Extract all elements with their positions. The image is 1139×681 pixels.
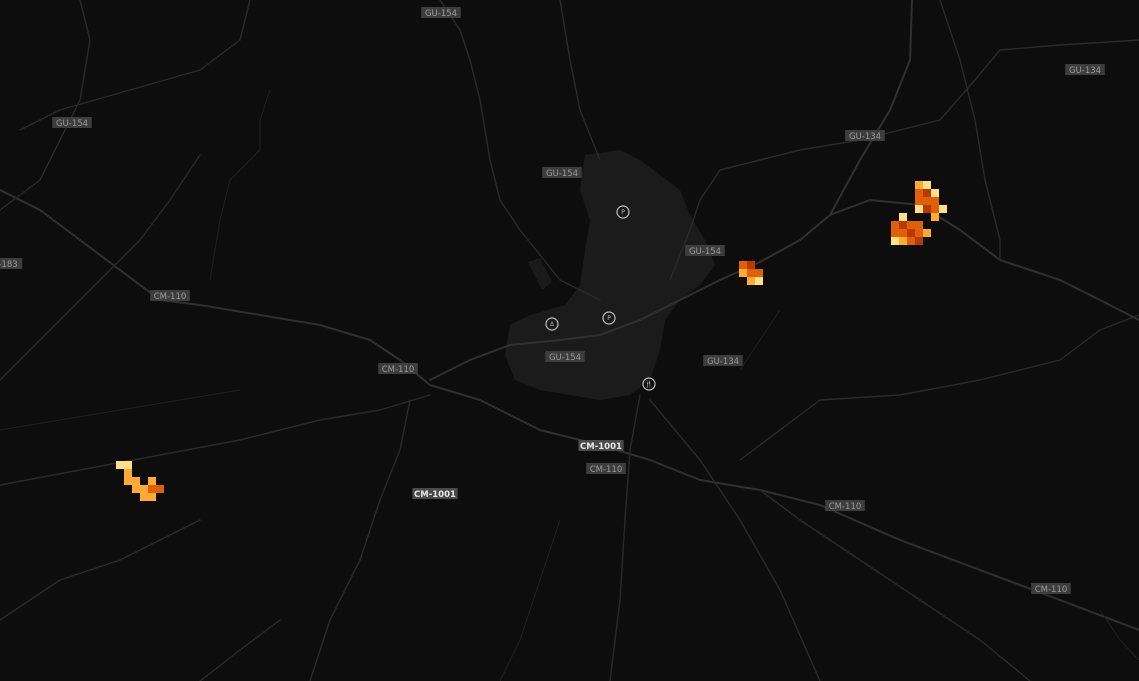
heatmap-cell [899, 237, 907, 245]
heatmap-cell [747, 261, 755, 269]
heatmap-cell [148, 485, 156, 493]
heatmap-cell [915, 205, 923, 213]
road-label-cm110-west: CM-110 [150, 290, 190, 302]
road-label-text: GU-134 [849, 132, 881, 142]
heatmap-cell [747, 277, 755, 285]
heatmap-cell [923, 181, 931, 189]
heatmap-cell [915, 221, 923, 229]
heatmap-cell [891, 229, 899, 237]
heatmap-cell [899, 221, 907, 229]
road-label-text: GU-154 [425, 9, 457, 19]
heatmap-cell [140, 485, 148, 493]
road-label-gu134-south: GU-134 [703, 355, 743, 367]
heatmap-cell [124, 461, 132, 469]
road-label-cm1001-a: CM-1001 [578, 440, 624, 452]
road-labels: GU-154 GU-154 GU-154 GU-154 GU-154 GU-134 GU-1… [0, 7, 1105, 595]
heatmap-cell [931, 189, 939, 197]
poi-glyph: P [621, 209, 625, 216]
road-label-text: -183 [0, 260, 18, 270]
heatmap-cluster-southwest [116, 461, 164, 501]
heatmap-cell [891, 237, 899, 245]
road-label-text: CM-110 [590, 465, 623, 475]
heatmap-cell [747, 269, 755, 277]
road-label-gu154-top: GU-154 [421, 7, 461, 19]
heatmap-cell [931, 197, 939, 205]
heatmap-cell [923, 189, 931, 197]
poi-glyph: 🍴 [645, 380, 652, 388]
heatmap-cell [132, 477, 140, 485]
road-label-gu183: -183 [0, 258, 23, 270]
heatmap-cell [116, 461, 124, 469]
road-label-text: CM-110 [829, 502, 862, 512]
heatmap-cell [923, 229, 931, 237]
poi-glyph: ⚓ [549, 321, 554, 328]
heatmap-cell [923, 205, 931, 213]
road-label-text: GU-154 [689, 247, 721, 257]
heatmap-cell [907, 237, 915, 245]
heatmap-cell [899, 229, 907, 237]
heatmap-cell [907, 221, 915, 229]
road-label-text: GU-134 [707, 357, 739, 367]
heatmap-cluster-east-town [739, 261, 763, 285]
heatmap-cell [915, 229, 923, 237]
road-label-text: GU-154 [546, 169, 578, 179]
poi-glyph: P [607, 315, 611, 322]
road-label-gu154-town: GU-154 [545, 351, 585, 363]
road-label-cm110-center: CM-110 [586, 463, 626, 475]
road-label-cm1001-b: CM-1001 [412, 488, 458, 500]
heatmap-cell [931, 213, 939, 221]
road-label-text: GU-154 [549, 353, 581, 363]
heatmap-cell [124, 469, 132, 477]
road-label-cm110-town: CM-110 [378, 363, 418, 375]
heatmap-cell [923, 197, 931, 205]
heatmap-cell [132, 485, 140, 493]
heatmap-cell [140, 493, 148, 501]
road-label-text: GU-134 [1069, 66, 1101, 76]
heatmap-cell [939, 205, 947, 213]
road-label-gu154-east: GU-154 [685, 245, 725, 257]
heatmap-cell [739, 261, 747, 269]
road-label-text: CM-1001 [580, 442, 622, 452]
road-label-text: CM-110 [382, 365, 415, 375]
road-label-text: GU-154 [56, 119, 88, 129]
heatmap-cell [915, 181, 923, 189]
road-label-gu154-center: GU-154 [542, 167, 582, 179]
heatmap-cluster-northeast [891, 181, 947, 245]
road-label-gu154-left: GU-154 [52, 117, 92, 129]
road-label-gu134-mid: GU-134 [845, 130, 885, 142]
map-canvas[interactable]: GU-154 GU-154 GU-154 GU-154 GU-154 GU-134 GU-1… [0, 0, 1139, 681]
road-label-text: CM-110 [1035, 585, 1068, 595]
heatmap-cell [891, 221, 899, 229]
heatmap-cell [148, 477, 156, 485]
heatmap-cell [915, 197, 923, 205]
heatmap-cell [124, 477, 132, 485]
road-label-text: CM-1001 [414, 490, 456, 500]
road-label-cm110-east: CM-110 [825, 500, 865, 512]
heatmap-cell [739, 269, 747, 277]
heatmap-cell [899, 213, 907, 221]
heatmap-cell [755, 269, 763, 277]
heatmap-cell [915, 237, 923, 245]
road-label-text: CM-110 [154, 292, 187, 302]
heatmap-cell [907, 229, 915, 237]
heatmap-cell [915, 189, 923, 197]
urban-area [505, 150, 715, 400]
road-label-cm110-far: CM-110 [1031, 583, 1071, 595]
heatmap-cell [931, 205, 939, 213]
road-label-gu134-top: GU-134 [1065, 64, 1105, 76]
heatmap-cell [156, 485, 164, 493]
heatmap-cell [755, 277, 763, 285]
heatmap-cell [148, 493, 156, 501]
